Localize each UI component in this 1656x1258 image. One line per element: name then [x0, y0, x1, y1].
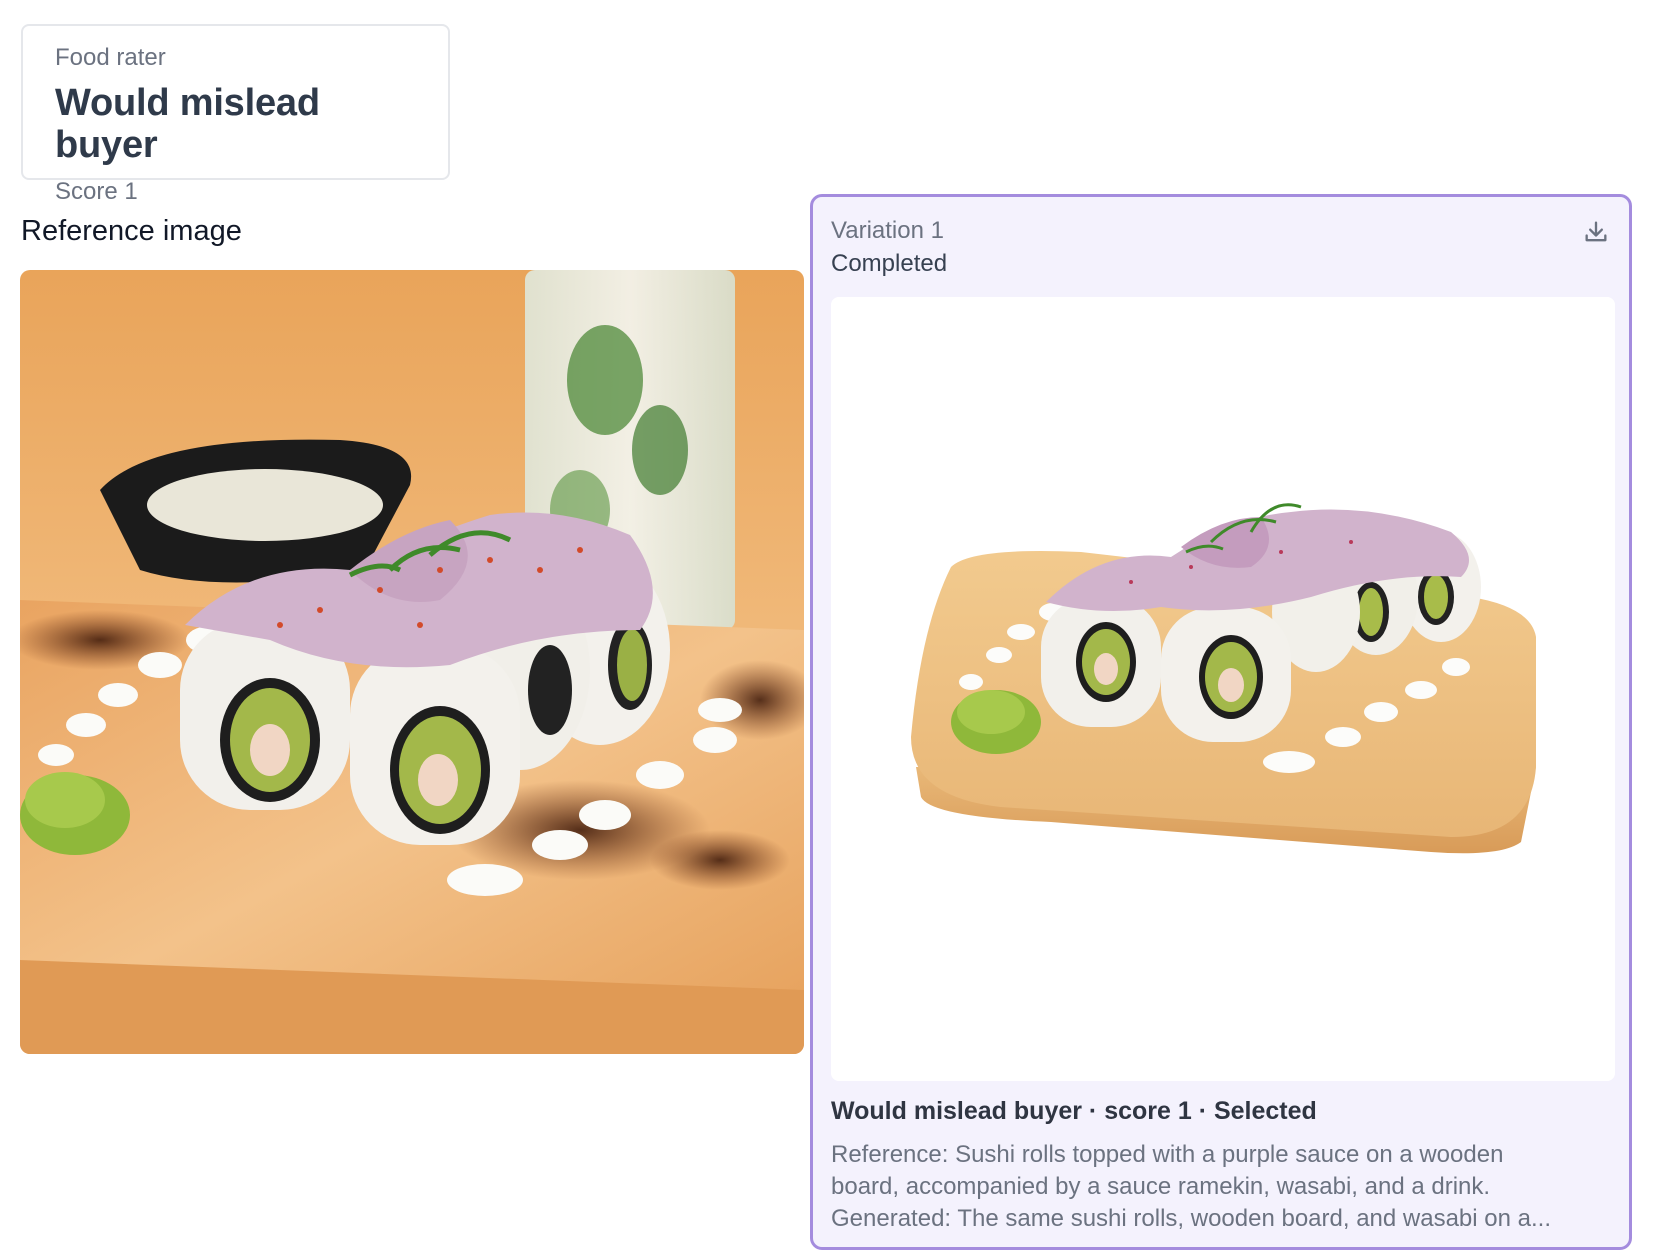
- reference-image-heading: Reference image: [21, 215, 242, 247]
- rater-kicker: Food rater: [55, 44, 166, 71]
- description-line: Generated: The same sushi rolls, wooden …: [831, 1205, 1551, 1232]
- reference-image: [20, 270, 804, 1054]
- food-rater-card: Food rater Would mislead buyer Score 1: [21, 24, 450, 205]
- reference-sushi-illustration: [20, 270, 804, 1054]
- rater-score: Score 1: [55, 178, 138, 206]
- variation-summary: Would mislead buyer · score 1 · Selected: [831, 1097, 1317, 1125]
- download-icon: [1585, 221, 1607, 242]
- description-line: board, accompanied by a sauce ramekin, w…: [831, 1173, 1491, 1200]
- variation-status: Completed: [831, 250, 948, 277]
- generated-image[interactable]: [831, 297, 1615, 1081]
- variation-description: Reference: Sushi rolls topped with a pur…: [831, 1139, 1611, 1235]
- variation-card[interactable]: Variation 1 Completed Would mislead buye…: [810, 194, 1632, 1250]
- description-line: Reference: Sushi rolls topped with a pur…: [831, 1141, 1504, 1168]
- generated-sushi-illustration: [831, 297, 1615, 1081]
- variation-label: Variation 1: [831, 217, 944, 244]
- rater-verdict-title: Would mislead buyer: [55, 81, 320, 166]
- download-button[interactable]: [1579, 215, 1613, 249]
